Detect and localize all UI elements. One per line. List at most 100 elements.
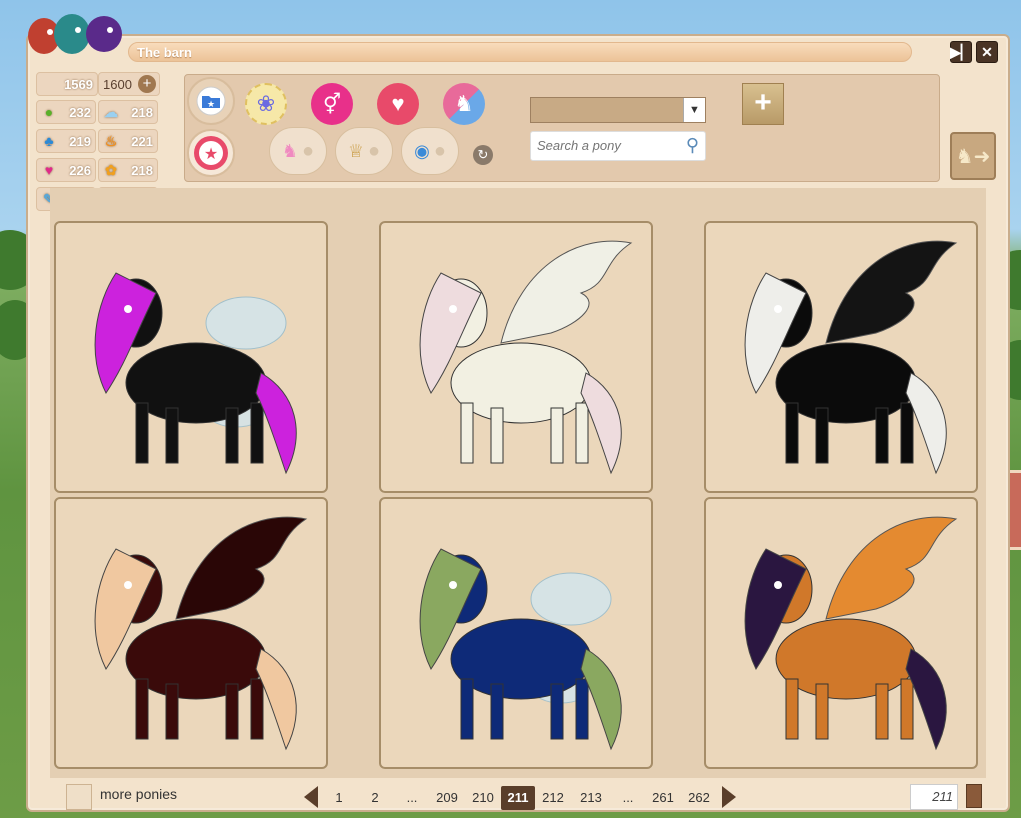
pony-image <box>419 548 622 751</box>
pony-leg <box>460 678 474 740</box>
page-link[interactable]: 213 <box>576 786 606 810</box>
pony-leg <box>575 402 589 464</box>
filter-all-types[interactable]: ❀ <box>245 83 287 125</box>
close-button[interactable]: ✕ <box>976 41 998 63</box>
stat-cloud-value: 218 <box>131 105 153 120</box>
heart-icon: ♥ <box>44 162 54 178</box>
page-link[interactable]: 210 <box>468 786 498 810</box>
pony-leg <box>165 683 179 740</box>
filter-love[interactable]: ♥ <box>377 83 419 125</box>
stat-heart: ♥ 226 <box>36 158 96 182</box>
pony-eye <box>774 581 782 589</box>
eye-icon: ◉ <box>414 140 430 161</box>
more-ponies-checkbox[interactable] <box>66 784 92 810</box>
window-title: The barn <box>137 45 192 60</box>
pony-leg <box>250 678 264 740</box>
pony-leg <box>900 678 914 740</box>
filter-eye-slot[interactable]: ◉ ● <box>401 127 459 175</box>
stat-paw: ✿ 218 <box>98 158 158 182</box>
heart-ring-icon: ♥ <box>391 91 405 116</box>
search-input[interactable] <box>537 138 677 153</box>
search-box: ⚲ <box>530 131 706 161</box>
pony-card[interactable] <box>54 497 328 769</box>
page-link[interactable]: 212 <box>538 786 568 810</box>
stat-footprint: ♣ 219 <box>36 129 96 153</box>
stat-cloud: ☁ 218 <box>98 100 158 124</box>
filter-toolbar: ★ ★ ❀ ⚥ ♥ ♞ ♞ ● ♕ ● ◉ ● ↻ ▼ Search a pon… <box>184 74 940 182</box>
cloud-icon: ☁ <box>104 104 118 120</box>
barn-window: The barn ▶▏ ✕ 1569 1600 + ● 232 ☁ 218 ♣ … <box>26 34 1010 812</box>
pony-leg <box>875 407 889 464</box>
send-pony-button[interactable]: ♞➜ <box>950 132 996 180</box>
pony-leg <box>135 402 149 464</box>
svg-text:★: ★ <box>207 100 215 110</box>
search-icon[interactable]: ⚲ <box>686 135 699 156</box>
fairy-wing <box>205 296 287 350</box>
drop-icon: ● <box>368 139 381 162</box>
wing <box>825 240 958 344</box>
pony-card[interactable] <box>704 497 978 769</box>
pony-leg <box>550 683 564 740</box>
add-capacity-button[interactable]: + <box>138 75 156 93</box>
page-ellipsis: ... <box>622 790 634 805</box>
pony-leg <box>785 678 799 740</box>
stat-footprint-value: 219 <box>69 134 91 149</box>
stat-apple-value: 232 <box>69 105 91 120</box>
page-ellipsis: ... <box>406 790 418 805</box>
fire-icon: ♨ <box>104 133 118 149</box>
page-link[interactable]: 262 <box>684 786 714 810</box>
filter-pony-slot[interactable]: ♞ ● <box>269 127 327 175</box>
page-link[interactable]: 209 <box>432 786 462 810</box>
drop-icon: ● <box>302 139 315 162</box>
apple-icon: ● <box>44 104 54 120</box>
stat-heart-value: 226 <box>69 163 91 178</box>
pony-image <box>94 516 308 751</box>
pony-card[interactable] <box>379 221 653 493</box>
pony-leg <box>225 407 239 464</box>
page-link[interactable]: 261 <box>648 786 678 810</box>
wing <box>500 240 633 344</box>
pony-leg <box>490 407 504 464</box>
pony-card[interactable] <box>379 497 653 769</box>
pony-leg <box>815 407 829 464</box>
svg-text:★: ★ <box>204 144 218 163</box>
more-ponies-label: more ponies <box>100 786 178 802</box>
tab-folders[interactable]: ★ <box>187 77 235 125</box>
page-link[interactable]: 1 <box>328 786 350 810</box>
minimize-button[interactable]: ▶▏ <box>950 41 972 63</box>
pony-leg <box>490 683 504 740</box>
pony-leg <box>900 402 914 464</box>
pony-image <box>94 272 297 475</box>
fairy-wing <box>530 572 612 626</box>
pony-leg <box>575 678 589 740</box>
stat-fire: ♨ 221 <box>98 129 158 153</box>
pony-eye <box>449 581 457 589</box>
pony-capacity: 1600 + <box>98 72 160 96</box>
pony-card[interactable] <box>704 221 978 493</box>
page-number-input[interactable]: 211 <box>910 784 958 810</box>
close-icon: ✕ <box>981 44 993 60</box>
sort-dropdown[interactable]: ▼ <box>530 97 706 123</box>
go-page-button[interactable] <box>966 784 982 808</box>
title-bar[interactable]: The barn <box>128 42 912 62</box>
page-link[interactable]: 2 <box>364 786 386 810</box>
pony-leg <box>250 402 264 464</box>
filter-trophy-slot[interactable]: ♕ ● <box>335 127 393 175</box>
pony-card[interactable] <box>54 221 328 493</box>
pony-eye <box>449 305 457 313</box>
pony-leg <box>815 683 829 740</box>
filter-gender[interactable]: ⚥ <box>311 83 353 125</box>
filter-couple[interactable]: ♞ <box>443 83 485 125</box>
reset-filters-button[interactable]: ↻ <box>473 145 493 165</box>
tab-favorites[interactable]: ★ <box>187 129 235 177</box>
wing <box>175 516 308 620</box>
pony-couple-icon: ♞ <box>454 91 474 116</box>
pony-image <box>744 240 958 475</box>
next-page-button[interactable] <box>722 786 736 808</box>
stat-apple: ● 232 <box>36 100 96 124</box>
pony-eye <box>774 305 782 313</box>
page-current[interactable]: 211 <box>501 786 535 810</box>
prev-page-button[interactable] <box>304 786 318 808</box>
folder-star-icon: ★ <box>196 86 226 116</box>
add-folder-button[interactable]: + <box>742 83 784 125</box>
